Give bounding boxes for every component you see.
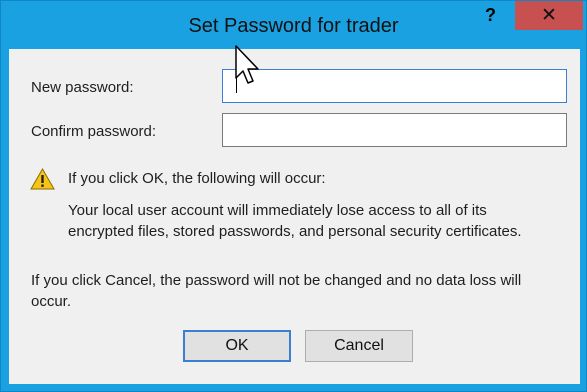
confirm-password-label: Confirm password: — [31, 123, 157, 140]
warning-triangle-icon — [30, 168, 55, 190]
warning-heading: If you click OK, the following will occu… — [68, 170, 326, 187]
cancel-button[interactable]: Cancel — [305, 330, 413, 362]
close-icon: ✕ — [541, 5, 557, 26]
dialog-body: New password: Confirm password: If you c… — [9, 49, 580, 384]
cancel-note-line-2: occur. — [31, 293, 72, 310]
cancel-note-line-1: If you click Cancel, the password will n… — [31, 272, 522, 289]
title-bar[interactable]: Set Password for trader ? ✕ — [1, 1, 586, 49]
new-password-label: New password: — [31, 79, 134, 96]
confirm-password-field[interactable] — [222, 113, 567, 147]
set-password-dialog: Set Password for trader ? ✕ New password… — [0, 0, 587, 392]
warning-detail-line-1: Your local user account will immediately… — [68, 202, 487, 219]
warning-detail-line-2: encrypted files, stored passwords, and p… — [68, 223, 522, 240]
help-icon: ? — [485, 5, 496, 25]
help-button[interactable]: ? — [467, 1, 514, 30]
new-password-field[interactable] — [222, 69, 567, 103]
mouse-pointer-icon — [235, 45, 259, 84]
close-button[interactable]: ✕ — [515, 1, 583, 30]
ok-button[interactable]: OK — [183, 330, 291, 362]
